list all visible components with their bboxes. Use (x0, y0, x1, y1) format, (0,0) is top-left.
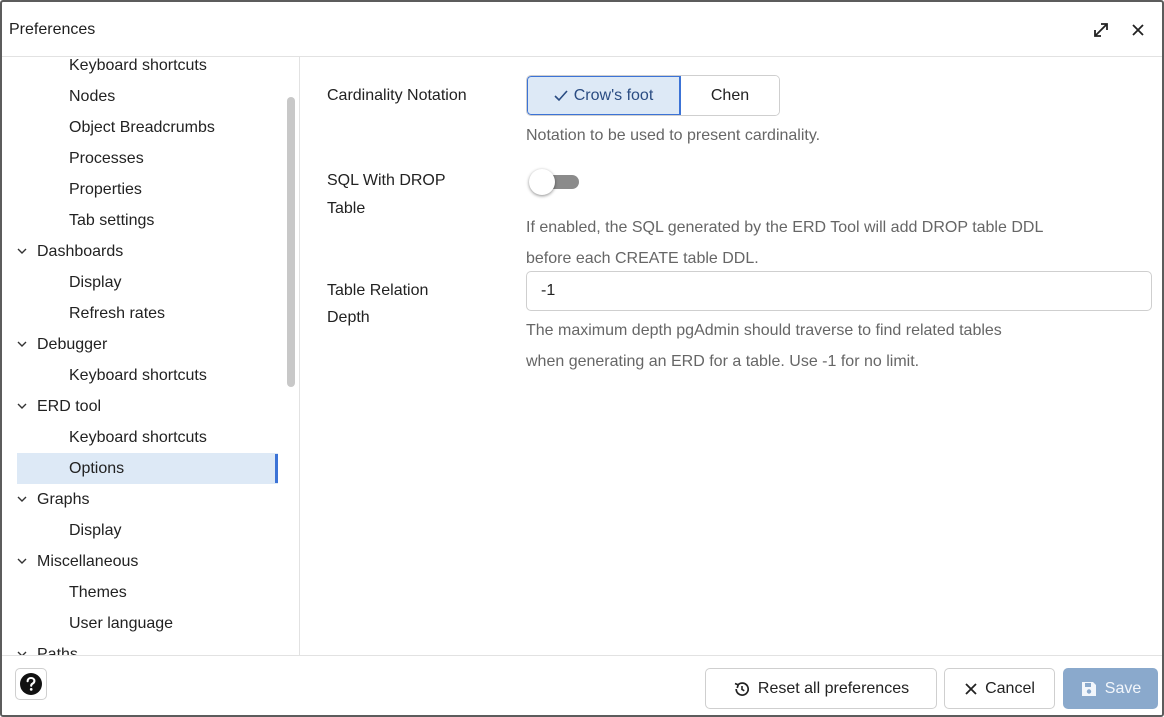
title-bar: Preferences (2, 2, 1162, 57)
save-disk-icon (1080, 680, 1098, 698)
save-label: Save (1104, 679, 1142, 697)
tree-item-label: Nodes (69, 88, 116, 105)
sql-drop-label-line1: SQL With DROP (327, 172, 446, 189)
preferences-tree: Keyboard shortcuts Nodes Object Breadcrumb… (17, 57, 278, 655)
sidebar-scrollbar-thumb[interactable] (287, 97, 295, 387)
tree-group[interactable]: Dashboards (17, 236, 278, 267)
tree-item-label: Processes (69, 150, 144, 167)
tree-item-label: Paths (37, 646, 78, 655)
tree-item[interactable]: Keyboard shortcuts (17, 57, 278, 81)
tree-item-label: Themes (69, 584, 127, 601)
sql-drop-help-line2: before each CREATE table DDL. (526, 250, 759, 267)
tree-item-label: Debugger (37, 336, 108, 353)
chevron-down-icon[interactable] (17, 236, 29, 267)
tree-item[interactable]: Keyboard shortcuts (17, 422, 278, 453)
cancel-button[interactable]: Cancel (944, 668, 1055, 709)
tree-item-label: Keyboard shortcuts (69, 429, 207, 446)
question-circle-icon (20, 673, 42, 695)
tree-group[interactable]: Miscellaneous (17, 546, 278, 577)
switch-knob (529, 169, 555, 195)
sql-drop-switch[interactable] (529, 169, 581, 195)
tree-group[interactable]: Debugger (17, 329, 278, 360)
relation-depth-label-line2: Depth (327, 309, 370, 326)
tree-item-label: Options (69, 460, 125, 477)
chen-option[interactable]: Chen (681, 76, 779, 115)
tree-item-label: Keyboard shortcuts (69, 367, 207, 384)
preferences-dialog: Preferences Keyboard shortcuts Nodes Objec… (0, 0, 1164, 717)
tree-item[interactable]: Processes (17, 143, 278, 174)
tree-group[interactable]: Graphs (17, 484, 278, 515)
tree-item-label: Display (69, 522, 122, 539)
tree-group[interactable]: Paths (17, 639, 278, 655)
relation-depth-label-line1: Table Relation (327, 282, 429, 299)
cardinality-help-text: Notation to be used to present cardinali… (526, 127, 821, 144)
tree-item-label: Keyboard shortcuts (69, 57, 207, 74)
close-icon (964, 682, 978, 696)
chevron-down-icon[interactable] (17, 329, 29, 360)
tree-item-label: Graphs (37, 491, 90, 508)
save-button[interactable]: Save (1063, 668, 1158, 709)
tree-item[interactable]: Display (17, 515, 278, 546)
tree-item[interactable]: Tab settings (17, 205, 278, 236)
tree-item-label: User language (69, 615, 174, 632)
tree-item-label: Tab settings (69, 212, 155, 229)
tree-item[interactable]: Display (17, 267, 278, 298)
relation-depth-help-line2: when generating an ERD for a table. Use … (526, 353, 920, 370)
tree-item[interactable]: Themes (17, 577, 278, 608)
tree-item-label: Miscellaneous (37, 553, 139, 570)
check-icon (554, 89, 568, 102)
tree-item[interactable]: Object Breadcrumbs (17, 112, 278, 143)
tree-item-label: Refresh rates (69, 305, 166, 322)
preferences-tree-panel: Keyboard shortcuts Nodes Object Breadcrumb… (2, 57, 300, 655)
tree-item-label: Properties (69, 181, 142, 198)
tree-item[interactable]: Keyboard shortcuts (17, 360, 278, 391)
reset-label: Reset all preferences (757, 679, 910, 697)
tree-group[interactable]: ERD tool (17, 391, 278, 422)
help-button[interactable] (15, 668, 47, 700)
dialog-title: Preferences (9, 21, 96, 38)
cardinality-notation-label: Cardinality Notation (327, 87, 467, 104)
maximize-button[interactable] (1089, 18, 1113, 42)
tree-item-label: Display (69, 274, 122, 291)
crows-foot-option[interactable]: Crow's foot (527, 76, 681, 115)
chevron-down-icon[interactable] (17, 391, 29, 422)
chevron-down-icon[interactable] (17, 484, 29, 515)
cancel-label: Cancel (985, 679, 1035, 697)
relation-depth-input[interactable] (526, 271, 1152, 311)
tree-item[interactable]: Properties (17, 174, 278, 205)
reset-history-icon (733, 680, 751, 698)
expand-arrows-icon (1094, 23, 1108, 37)
tree-item[interactable]: User language (17, 608, 278, 639)
chevron-down-icon[interactable] (17, 546, 29, 577)
tree-item[interactable]: Nodes (17, 81, 278, 112)
tree-item-label: Dashboards (37, 243, 124, 260)
tree-item[interactable]: Refresh rates (17, 298, 278, 329)
settings-panel: Cardinality Notation Crow's foot Chen No… (301, 57, 1162, 655)
close-button[interactable] (1126, 18, 1150, 42)
reset-all-preferences-button[interactable]: Reset all preferences (705, 668, 937, 709)
close-icon (1132, 24, 1144, 36)
chen-label: Chen (710, 86, 750, 104)
crows-foot-label: Crow's foot (573, 86, 654, 104)
tree-item-label: ERD tool (37, 398, 102, 415)
dialog-footer: Reset all preferences Cancel Save (2, 655, 1162, 715)
tree-item-label: Object Breadcrumbs (69, 119, 215, 136)
cardinality-notation-toggle: Crow's foot Chen (526, 75, 780, 116)
chevron-down-icon[interactable] (17, 639, 29, 655)
relation-depth-help-line1: The maximum depth pgAdmin should travers… (526, 322, 1002, 339)
sql-drop-label-line2: Table (327, 200, 366, 217)
tree-item[interactable]: Options (17, 453, 278, 484)
sql-drop-help-line1: If enabled, the SQL generated by the ERD… (526, 219, 1044, 236)
